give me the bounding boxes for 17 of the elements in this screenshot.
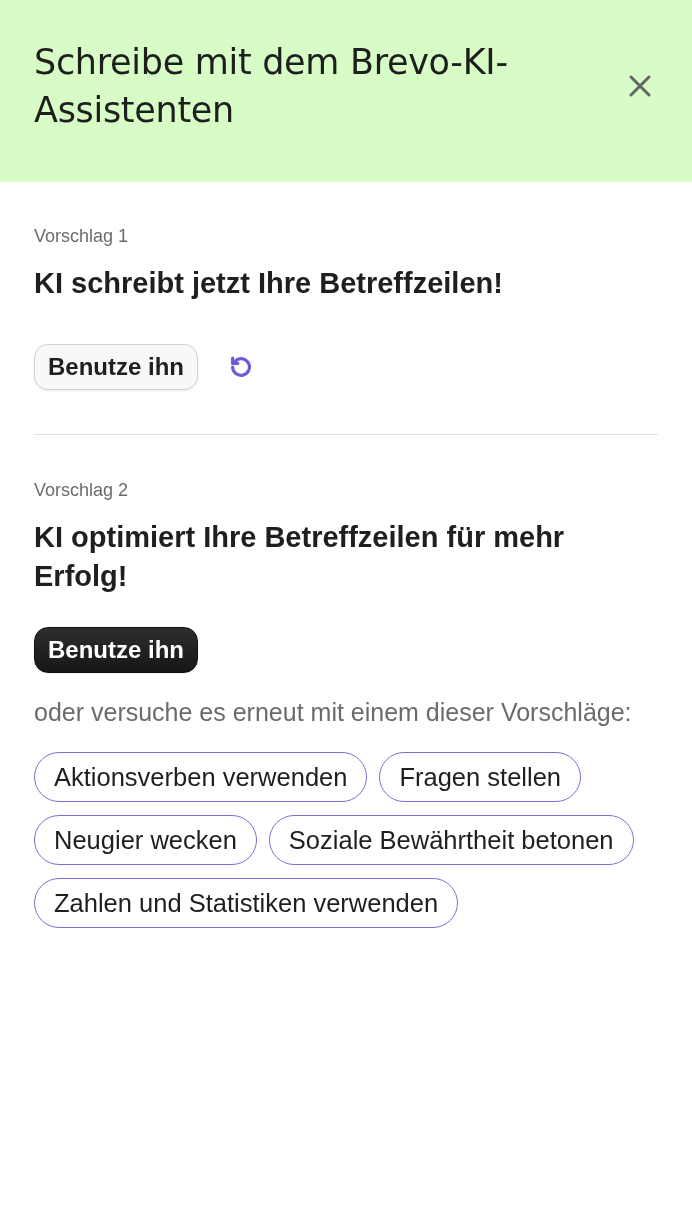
panel-title: Schreibe mit dem Brevo-KI-Assistenten [34,41,509,132]
close-button[interactable] [629,75,651,97]
suggestion-label: Vorschlag 2 [34,480,130,500]
suggestion-chip[interactable]: Soziale Bewährtheit betonen [268,815,634,865]
suggestion-chip[interactable]: Neugier wecken [34,815,257,865]
suggestion-text: KI schreibt jetzt Ihre Betreffzeilen! [34,266,504,301]
suggestion-chip[interactable]: Zahlen und Statistiken verwenden [34,878,459,928]
suggestion-text: KI optimiert Ihre Betreffzeilen für mehr Erfolg! [34,520,566,594]
suggestion-chip[interactable]: Fragen stellen [379,752,582,802]
use-button[interactable]: Benutze ihn [34,344,198,390]
close-icon [629,75,651,97]
refresh-icon [230,356,252,378]
regenerate-button[interactable] [230,356,252,378]
use-button[interactable]: Benutze ihn [34,627,198,673]
retry-prompt: oder versuche es erneut mit einem dieser Vorschläge: [34,698,633,726]
suggestion-chip[interactable]: Aktionsverben verwenden [34,752,368,802]
suggestion-label: Vorschlag 1 [34,226,130,246]
